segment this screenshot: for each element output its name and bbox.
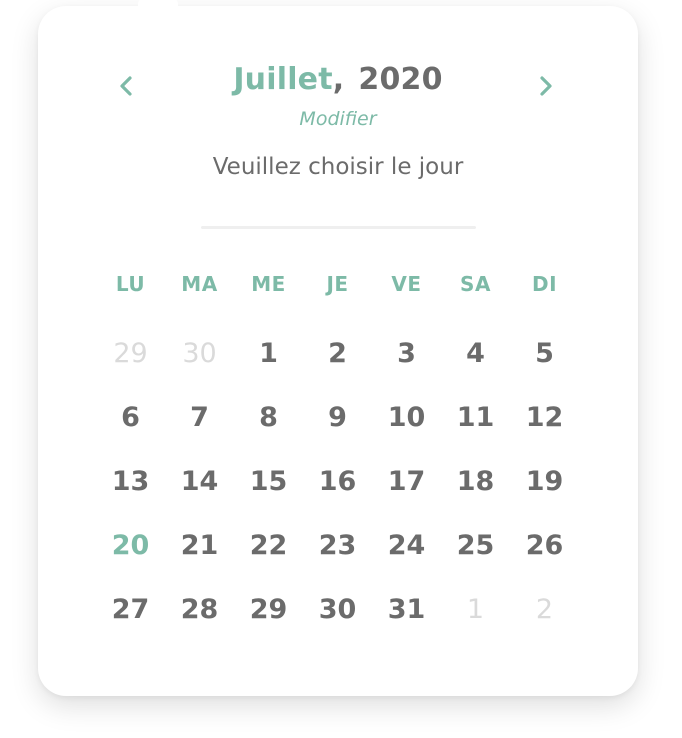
day-cell[interactable]: 17 — [372, 464, 441, 528]
day-cell[interactable]: 22 — [234, 528, 303, 592]
day-cell[interactable]: 25 — [441, 528, 510, 592]
day-cell[interactable]: 6 — [96, 400, 165, 464]
weekday-label: ME — [251, 272, 286, 296]
choose-day-prompt: Veuillez choisir le jour — [212, 154, 464, 180]
day-cell[interactable]: 26 — [510, 528, 579, 592]
day-cell[interactable]: 9 — [303, 400, 372, 464]
day-cell[interactable]: 7 — [165, 400, 234, 464]
day-cell[interactable]: 14 — [165, 464, 234, 528]
day-cell[interactable]: 16 — [303, 464, 372, 528]
day-cell-outside-month: 2 — [535, 594, 554, 625]
day-cell[interactable]: 29 — [234, 592, 303, 656]
date-picker-card: Juillet, 2020 Modifier Veuillez choisir l… — [38, 0, 638, 696]
weekday-label: VE — [391, 272, 422, 296]
day-cell[interactable]: 23 — [303, 528, 372, 592]
day-cell-outside-month: 29 — [113, 338, 148, 369]
day-cell[interactable]: 12 — [510, 400, 579, 464]
year-label[interactable]: 2020 — [358, 62, 442, 97]
day-cell[interactable]: 11 — [441, 400, 510, 464]
month-label[interactable]: Juillet — [233, 62, 332, 97]
day-cell[interactable]: 15 — [234, 464, 303, 528]
weekday-label: SA — [460, 272, 491, 296]
day-cell[interactable]: 13 — [96, 464, 165, 528]
weekday-label: DI — [531, 272, 558, 296]
day-cell-outside-month: 1 — [466, 594, 485, 625]
day-cell-today[interactable]: 20 — [96, 528, 165, 592]
day-grid: 29 30 1 2 3 4 5 6 7 8 9 10 11 12 13 14 15 16 17 18 19 20 21 22 2… — [96, 336, 580, 656]
weekday-label: JE — [326, 272, 349, 296]
day-cell[interactable]: 30 — [303, 592, 372, 656]
chevron-right-icon — [540, 76, 552, 96]
day-cell[interactable]: 2 — [303, 336, 372, 400]
day-cell[interactable]: 18 — [441, 464, 510, 528]
divider — [201, 226, 476, 229]
day-cell[interactable]: 28 — [165, 592, 234, 656]
day-cell[interactable]: 10 — [372, 400, 441, 464]
day-cell[interactable]: 5 — [510, 336, 579, 400]
day-cell[interactable]: 21 — [165, 528, 234, 592]
weekday-label: LU — [115, 272, 146, 296]
day-cell[interactable]: 3 — [372, 336, 441, 400]
day-cell[interactable]: 19 — [510, 464, 579, 528]
title-separator: , — [332, 62, 345, 97]
day-cell[interactable]: 4 — [441, 336, 510, 400]
popover-notch — [138, 0, 178, 14]
day-cell[interactable]: 24 — [372, 528, 441, 592]
weekday-label: MA — [181, 272, 218, 296]
modify-link[interactable]: Modifier — [38, 108, 638, 130]
weekday-header-row: LU MA ME JE VE SA DI — [96, 272, 580, 296]
day-cell[interactable]: 1 — [234, 336, 303, 400]
day-cell[interactable]: 31 — [372, 592, 441, 656]
next-month-button[interactable] — [528, 68, 564, 104]
day-cell-outside-month: 30 — [182, 338, 217, 369]
day-cell[interactable]: 8 — [234, 400, 303, 464]
day-cell[interactable]: 27 — [96, 592, 165, 656]
